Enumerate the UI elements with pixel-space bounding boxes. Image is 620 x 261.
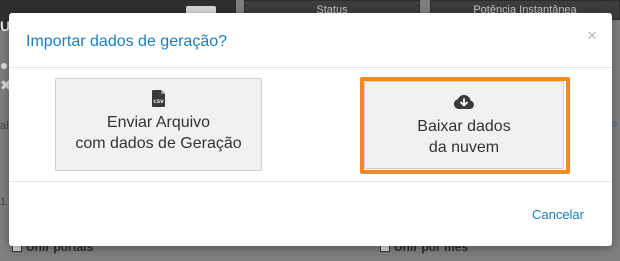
background-left-text: al <box>0 120 9 132</box>
import-generation-dialog: Importar dados de geração? × CSV Enviar … <box>9 13 612 246</box>
cloud-download-icon <box>453 93 475 111</box>
close-icon[interactable]: × <box>587 27 597 44</box>
upload-file-button[interactable]: CSV Enviar Arquivo com dados de Geração <box>55 78 262 171</box>
dialog-header: Importar dados de geração? × <box>9 13 612 68</box>
dialog-title: Importar dados de geração? <box>26 33 228 50</box>
csv-file-icon: CSV <box>151 89 166 107</box>
cloud-button-line2: da nuvem <box>428 139 500 156</box>
download-cloud-button[interactable]: Baixar dados da nuvem <box>364 81 564 169</box>
background-user-icon: ● ✖ <box>0 57 12 93</box>
upload-button-line1: Enviar Arquivo <box>106 114 211 131</box>
upload-button-line2: com dados de Geração <box>75 135 242 152</box>
svg-text:CSV: CSV <box>153 99 164 105</box>
cancel-button[interactable]: Cancelar <box>532 207 584 222</box>
cloud-button-line1: Baixar dados <box>417 118 511 135</box>
